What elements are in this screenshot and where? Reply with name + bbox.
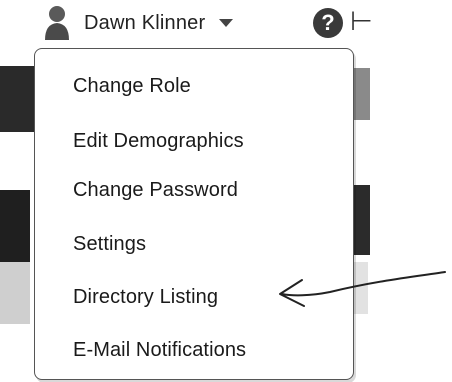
menu-item-change-password[interactable]: Change Password [73,179,238,202]
chevron-down-icon[interactable] [219,19,234,27]
user-dropdown-menu: Change Role Edit Demographics Change Pas… [34,48,354,380]
user-icon [40,3,74,43]
annotation-arrow-icon [279,271,446,307]
toolbar-divider: ⊢ [350,6,373,36]
menu-item-change-role[interactable]: Change Role [73,75,191,98]
menu-item-edit-demographics[interactable]: Edit Demographics [73,130,244,153]
menu-item-email-notifications[interactable]: E-Mail Notifications [73,339,246,362]
background-panel [0,66,34,132]
background-panel [0,190,30,262]
menu-item-directory-listing[interactable]: Directory Listing [73,286,218,309]
user-menu-toggle[interactable]: Dawn Klinner [40,0,234,46]
help-glyph: ? [321,10,335,35]
help-icon[interactable]: ? [313,8,343,38]
background-panel [0,262,30,324]
user-name: Dawn Klinner [84,11,206,34]
menu-item-settings[interactable]: Settings [73,233,146,256]
